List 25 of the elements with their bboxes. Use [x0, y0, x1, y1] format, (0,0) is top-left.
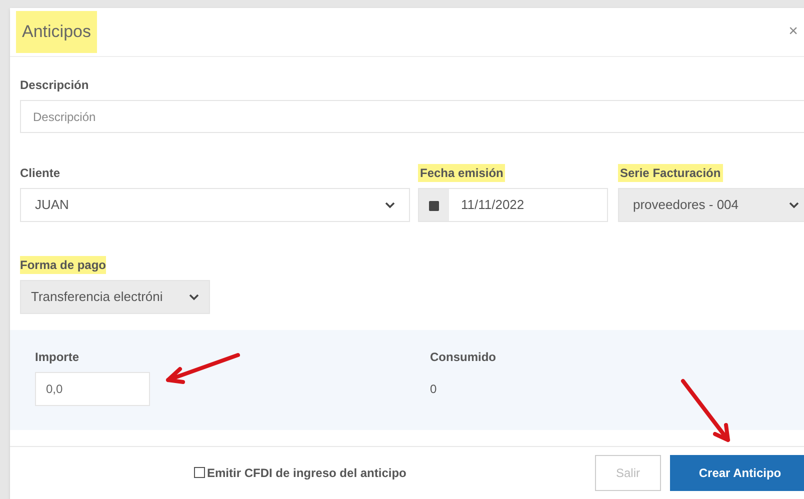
select-field[interactable]: JUAN — [20, 188, 410, 222]
date-field[interactable]: 11/11/2022 — [418, 188, 608, 222]
amount-input[interactable]: 0,0 — [35, 372, 150, 406]
select-value: Transferencia electróni — [31, 288, 163, 306]
field-label: Cliente — [20, 165, 60, 182]
chevron-down-icon — [385, 202, 395, 208]
modal-title: Anticipos — [16, 11, 97, 53]
consumed-value: 0 — [430, 381, 438, 398]
create-button[interactable]: Crear Anticipo — [670, 454, 804, 490]
calendar-icon — [429, 200, 439, 210]
checkbox[interactable] — [194, 467, 205, 478]
field-label: Forma de pago — [20, 256, 106, 274]
select-value: JUAN — [35, 196, 69, 214]
field-label: Importe — [35, 349, 80, 366]
checkbox-label: Emitir CFDI de ingreso del anticipo — [207, 464, 406, 482]
field-label: Consumido — [430, 349, 496, 366]
select-value: proveedores - 004 — [633, 196, 739, 214]
chevron-down-icon — [789, 202, 799, 208]
close-button[interactable]: × — [788, 20, 798, 44]
chevron-down-icon — [189, 294, 199, 300]
field-label: Fecha emisión — [418, 164, 506, 182]
field-label: Descripción — [20, 77, 89, 94]
field-label: Serie Facturación — [618, 164, 723, 182]
description-input[interactable]: Descripción — [20, 100, 804, 133]
date-value: 11/11/2022 — [460, 196, 526, 214]
